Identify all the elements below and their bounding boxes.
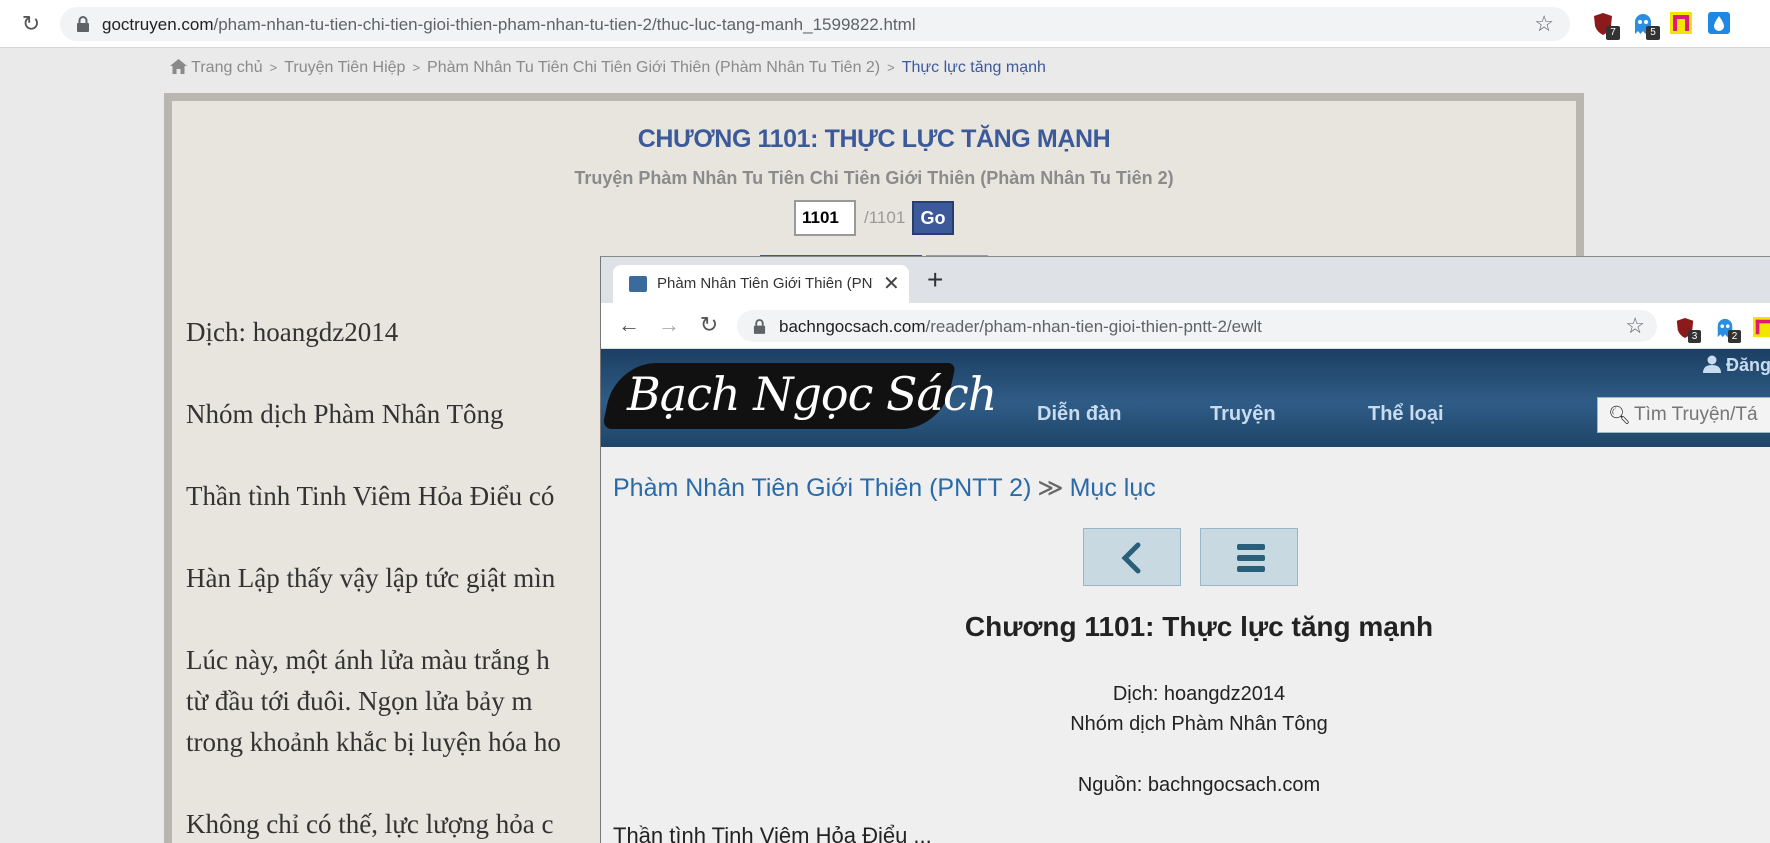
url-path: /pham-nhan-tu-tien-chi-tien-gioi-thien-p… xyxy=(213,15,916,34)
ghost-extension-icon[interactable]: 5 xyxy=(1632,12,1660,40)
reload-icon[interactable]: ↻ xyxy=(695,311,723,339)
address-bar[interactable]: goctruyen.com/pham-nhan-tu-tien-chi-tien… xyxy=(60,7,1570,41)
new-tab-icon[interactable]: + xyxy=(927,264,943,296)
menu-forum[interactable]: Diễn đàn xyxy=(1037,403,1121,426)
chapter-list-button[interactable] xyxy=(1200,528,1298,586)
url-text: goctruyen.com/pham-nhan-tu-tien-chi-tien… xyxy=(102,15,916,35)
front-browser-window: Phàm Nhân Tiên Giới Thiên (PNTT 2) ✕ + ←… xyxy=(600,256,1770,843)
login-link[interactable]: Đăng xyxy=(1703,355,1770,376)
search-input[interactable] xyxy=(1634,401,1770,429)
address-bar-front[interactable]: bachngocsach.com/reader/pham-nhan-tien-g… xyxy=(737,310,1657,342)
menu-genres[interactable]: Thể loại xyxy=(1368,403,1444,426)
menu-stories[interactable]: Truyện xyxy=(1210,403,1276,426)
breadcrumb-home[interactable]: Trang chủ xyxy=(191,59,262,76)
search-box: 🔍︎ xyxy=(1597,397,1770,433)
story-line: Không chỉ có thế, lực lượng hỏa c xyxy=(186,809,554,839)
browser-toolbar-front: ← → ↻ bachngocsach.com/reader/pham-nhan-… xyxy=(601,303,1770,349)
story-line: Lúc này, một ánh lửa màu trắng h xyxy=(186,645,550,675)
story-line: Dịch: hoangdz2014 xyxy=(186,317,399,347)
extension-badge: 5 xyxy=(1646,26,1660,40)
tab-title: Phàm Nhân Tiên Giới Thiên (PNTT 2) xyxy=(657,275,873,292)
extension-badge: 2 xyxy=(1728,330,1741,343)
translator-line: Dịch: hoangdz2014 xyxy=(1112,683,1286,705)
chapter-title: CHƯƠNG 1101: THỰC LỰC TĂNG MẠNH xyxy=(637,125,1111,153)
lock-icon xyxy=(77,16,89,32)
url-host: goctruyen.com xyxy=(102,15,214,34)
breadcrumb-story[interactable]: Phàm Nhân Tu Tiên Chi Tiên Giới Thiên (P… xyxy=(427,59,880,76)
story-line: từ đầu tới đuôi. Ngọn lửa bảy m xyxy=(186,686,533,716)
url-text: bachngocsach.com/reader/pham-nhan-tien-g… xyxy=(779,317,1262,337)
breadcrumb-toc-link[interactable]: Mục lục xyxy=(1070,474,1156,502)
story-line: Thần tình Tinh Viêm Hỏa Điểu có xyxy=(186,481,555,511)
back-arrow-icon[interactable]: ← xyxy=(615,311,643,339)
search-icon: 🔍︎ xyxy=(1608,405,1631,425)
drop-extension-icon[interactable] xyxy=(1708,12,1732,36)
story-first-line: Thần tình Tinh Viêm Hỏa Điểu ... xyxy=(613,823,932,843)
breadcrumb-category[interactable]: Truyện Tiên Hiệp xyxy=(284,59,405,76)
lock-icon xyxy=(753,319,766,334)
breadcrumb-separator: ≫ xyxy=(1037,474,1064,502)
go-button[interactable]: Go xyxy=(912,201,954,235)
close-tab-icon[interactable]: ✕ xyxy=(883,271,900,296)
login-label: Đăng xyxy=(1726,355,1770,375)
shield-extension-icon[interactable]: 7 xyxy=(1592,12,1620,40)
color-extension-icon[interactable] xyxy=(1753,317,1770,339)
breadcrumb-current[interactable]: Thực lực tăng mạnh xyxy=(902,59,1046,76)
source-line: Nguồn: bachngocsach.com xyxy=(1077,774,1321,796)
list-icon xyxy=(1237,544,1265,572)
extension-badge: 7 xyxy=(1606,26,1620,40)
story-line: trong khoảnh khắc bị luyện hóa ho xyxy=(186,727,561,757)
ghost-extension-icon[interactable]: 2 xyxy=(1715,317,1741,343)
chapter-total: /1101 xyxy=(864,208,906,227)
bookmark-star-icon[interactable]: ☆ xyxy=(1625,313,1645,339)
chevron-left-icon xyxy=(1121,542,1141,574)
story-text: Dịch: hoangdz2014 Nhóm dịch Phàm Nhân Tô… xyxy=(186,317,606,843)
home-icon xyxy=(170,59,187,74)
bookmark-star-icon[interactable]: ☆ xyxy=(1534,11,1554,37)
shield-extension-icon[interactable]: 3 xyxy=(1675,317,1701,343)
breadcrumb: Trang chủ > Truyện Tiên Hiệp > Phàm Nhân Tu … xyxy=(170,59,1046,77)
color-extension-icon[interactable] xyxy=(1670,12,1694,36)
active-tab[interactable]: Phàm Nhân Tiên Giới Thiên (PNTT 2) ✕ xyxy=(613,265,909,303)
story-line: Hàn Lập thấy vậy lập tức giật mìn xyxy=(186,563,556,593)
tab-strip: Phàm Nhân Tiên Giới Thiên (PNTT 2) ✕ + xyxy=(601,257,1770,303)
chapter-subtitle: Truyện Phàm Nhân Tu Tiên Chi Tiên Giới T… xyxy=(574,168,1174,188)
story-breadcrumb: Phàm Nhân Tiên Giới Thiên (PNTT 2) ≫ Mục l… xyxy=(613,473,1156,503)
chapter-number-input[interactable] xyxy=(794,200,856,236)
site-logo[interactable]: Bạch Ngọc Sách xyxy=(601,357,997,437)
chapter-jump: /1101 Go xyxy=(794,200,954,236)
chapter-title: Chương 1101: Thực lực tăng mạnh xyxy=(964,611,1434,642)
site-favicon-icon xyxy=(629,276,647,292)
breadcrumb-story-link[interactable]: Phàm Nhân Tiên Giới Thiên (PNTT 2) xyxy=(613,474,1031,502)
logo-text: Bạch Ngọc Sách xyxy=(627,367,997,421)
url-host: bachngocsach.com xyxy=(779,317,926,336)
story-line: Nhóm dịch Phàm Nhân Tông xyxy=(186,399,504,429)
prev-chapter-button[interactable] xyxy=(1083,528,1181,586)
reload-icon[interactable]: ↻ xyxy=(18,11,44,37)
user-icon xyxy=(1703,355,1721,373)
site-header: Bạch Ngọc Sách Đăng Diễn đàn Truyện Thể … xyxy=(601,349,1770,447)
browser-toolbar: ↻ goctruyen.com/pham-nhan-tu-tien-chi-ti… xyxy=(0,0,1770,48)
group-line: Nhóm dịch Phàm Nhân Tông xyxy=(1070,713,1328,735)
forward-arrow-icon[interactable]: → xyxy=(655,311,683,339)
extension-badge: 3 xyxy=(1688,330,1701,343)
url-path: /reader/pham-nhan-tien-gioi-thien-pntt-2… xyxy=(925,317,1262,336)
